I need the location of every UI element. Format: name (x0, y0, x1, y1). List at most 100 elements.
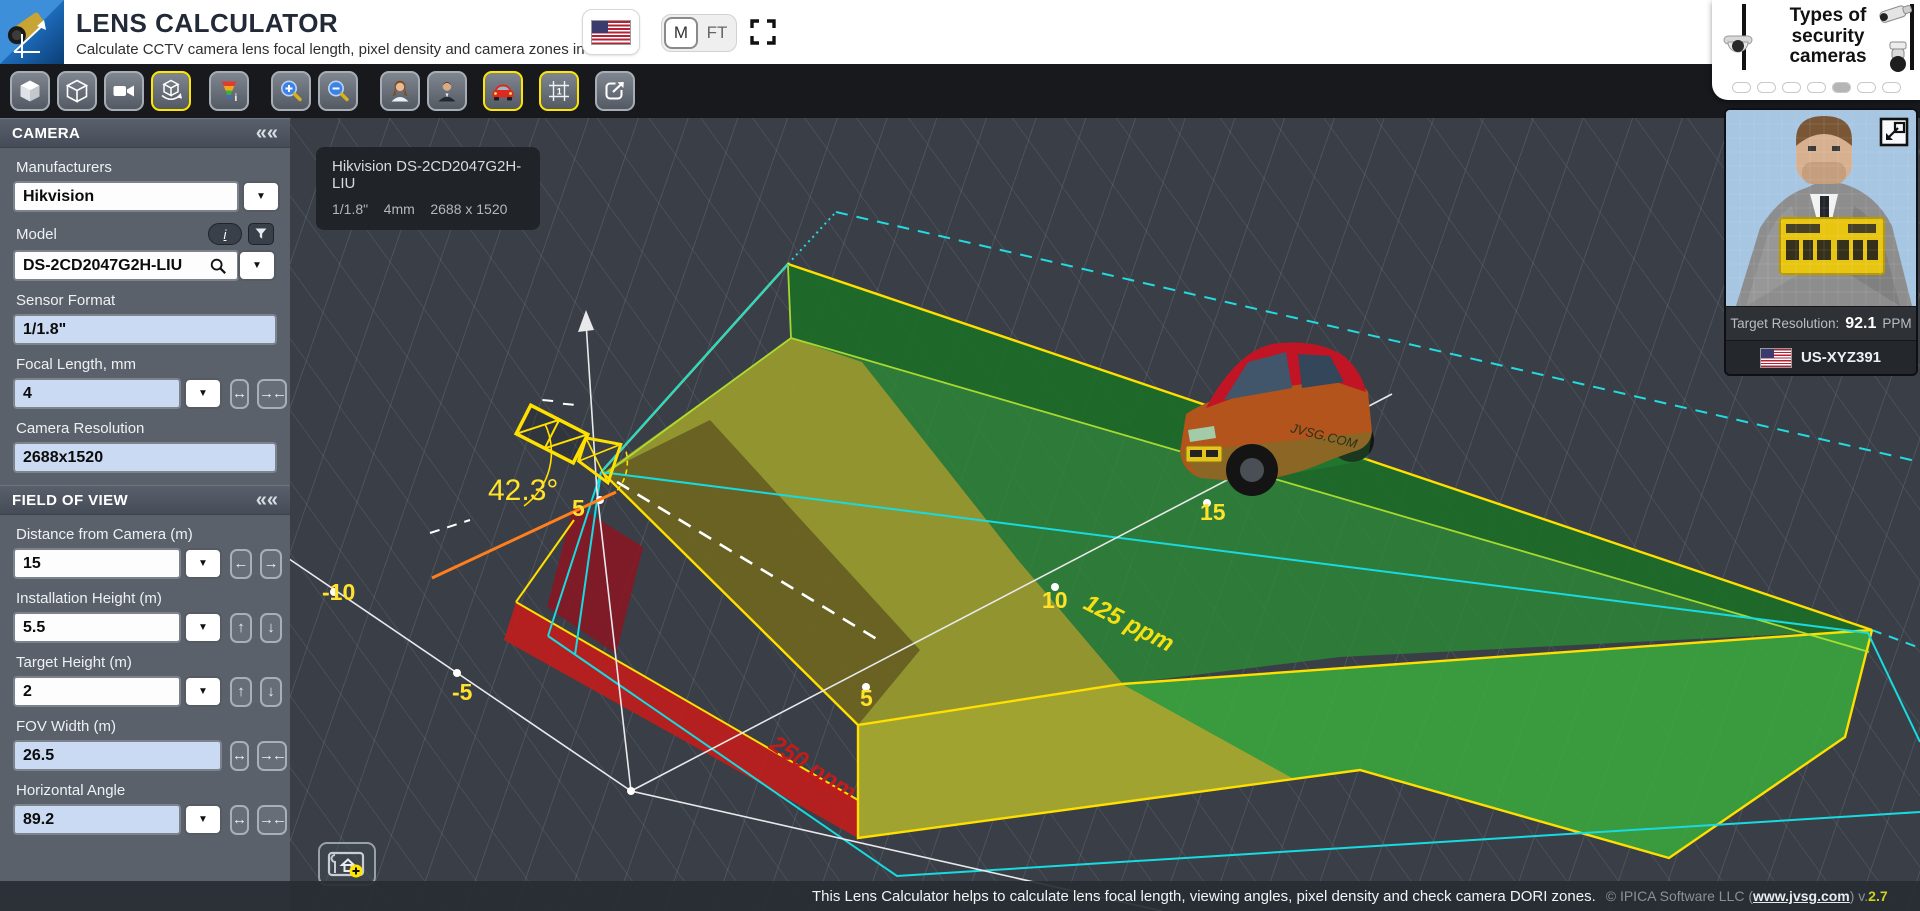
camera-resolution-label: Camera Resolution (16, 420, 290, 437)
rotate-3d-view-button[interactable] (151, 71, 191, 111)
cube-solid-icon (17, 78, 43, 104)
horizontal-angle-widen-button[interactable]: ↔ (230, 805, 249, 835)
carousel-dot[interactable] (1782, 82, 1801, 93)
carousel-dot[interactable] (1807, 82, 1826, 93)
add-car-button[interactable] (483, 71, 523, 111)
carousel-dot[interactable] (1757, 82, 1776, 93)
horizontal-angle-input[interactable] (13, 804, 181, 835)
view-cube-solid-button[interactable] (10, 71, 50, 111)
version-prefix: ) v. (1850, 888, 1868, 904)
target-preview-image (1726, 110, 1916, 306)
search-icon (209, 257, 227, 275)
language-flag-button[interactable] (582, 9, 640, 55)
camera-view-button[interactable] (104, 71, 144, 111)
add-person-female-button[interactable] (380, 71, 420, 111)
view-cube-wireframe-button[interactable] (57, 71, 97, 111)
units-metric-button[interactable]: M (664, 17, 698, 49)
install-height-dropdown-button[interactable]: ▼ (184, 612, 222, 643)
units-toggle: M FT (661, 14, 737, 52)
status-message: This Lens Calculator helps to calculate … (812, 888, 1596, 905)
jvsg-link[interactable]: www.jvsg.com (1753, 888, 1850, 904)
fov-width-label: FOV Width (m) (16, 718, 290, 735)
target-height-dropdown-button[interactable]: ▼ (184, 676, 222, 707)
target-resolution-row: Target Resolution: 92.1 PPM (1726, 306, 1916, 340)
distance-increase-button[interactable]: → (260, 549, 282, 579)
target-height-up-button[interactable]: ↑ (230, 677, 252, 707)
share-export-button[interactable] (595, 71, 635, 111)
fov-section-title: FIELD OF VIEW (12, 492, 256, 509)
manufacturers-input[interactable] (13, 181, 239, 212)
install-height-input[interactable] (13, 612, 181, 643)
focal-narrow-button[interactable]: →← (257, 379, 287, 409)
cube-wireframe-icon (64, 78, 90, 104)
collapse-panel-icon[interactable]: «« (256, 490, 278, 510)
model-label: Model (16, 226, 202, 243)
fov-width-narrow-button[interactable]: →← (257, 741, 287, 771)
fullscreen-icon (748, 17, 778, 47)
carousel-dots (1712, 82, 1920, 93)
distance-decrease-button[interactable]: ← (230, 549, 252, 579)
focal-length-dropdown-button[interactable]: ▼ (184, 378, 222, 409)
dori-zones-button[interactable]: i (209, 71, 249, 111)
carousel-dot[interactable] (1732, 82, 1751, 93)
camera-resolution-input[interactable] (13, 442, 277, 473)
filter-icon (254, 227, 268, 241)
types-of-cameras-card[interactable]: Types of security cameras (1712, 0, 1920, 100)
model-dropdown-button[interactable]: ▼ (238, 250, 276, 281)
add-person-male-button[interactable] (427, 71, 467, 111)
model-info-button[interactable]: i (208, 223, 242, 245)
scene-3d-viewport[interactable] (290, 118, 1920, 911)
zoom-out-icon (325, 78, 351, 104)
horizontal-angle-dropdown-button[interactable]: ▼ (184, 804, 222, 835)
dome-camera-icon (1720, 28, 1756, 60)
person-female-icon (387, 78, 413, 104)
install-height-label: Installation Height (m) (16, 590, 290, 607)
us-flag-icon (1761, 349, 1791, 367)
target-height-down-button[interactable]: ↓ (260, 677, 282, 707)
install-height-down-button[interactable]: ↓ (260, 613, 282, 643)
camera-section-header[interactable]: CAMERA «« (0, 118, 290, 148)
copyright-text: © IPICA Software LLC ( (1606, 888, 1753, 904)
svg-text:1: 1 (557, 86, 562, 96)
carousel-dot[interactable] (1882, 82, 1901, 93)
zoom-in-button[interactable] (271, 71, 311, 111)
fov-width-widen-button[interactable]: ↔ (230, 741, 249, 771)
sensor-format-input[interactable] (13, 314, 277, 345)
target-height-input[interactable] (13, 676, 181, 707)
app-header: LENS CALCULATOR Calculate CCTV camera le… (0, 0, 1920, 64)
target-resolution-value: 92.1 (1845, 315, 1876, 333)
dori-cone-icon: i (216, 78, 242, 104)
distance-input[interactable] (13, 548, 181, 579)
fullscreen-button[interactable] (748, 17, 778, 47)
install-height-up-button[interactable]: ↑ (230, 613, 252, 643)
grid-snap-button[interactable]: 1 (539, 71, 579, 111)
status-bar: This Lens Calculator helps to calculate … (0, 881, 1920, 911)
model-search-button[interactable] (201, 250, 235, 281)
share-icon (602, 78, 628, 104)
add-floorplan-button[interactable] (318, 842, 376, 886)
carousel-dot[interactable] (1857, 82, 1876, 93)
main-toolbar: i (0, 64, 1920, 118)
ptz-camera-icon (1884, 40, 1912, 74)
collapse-panel-icon[interactable]: «« (256, 123, 278, 143)
target-height-label: Target Height (m) (16, 654, 290, 671)
manufacturers-dropdown-button[interactable]: ▼ (242, 181, 280, 212)
preview-expand-button[interactable] (1878, 116, 1910, 148)
units-feet-button[interactable]: FT (700, 17, 734, 49)
fov-width-input[interactable] (13, 740, 222, 771)
zoom-out-button[interactable] (318, 71, 358, 111)
horizontal-angle-label: Horizontal Angle (16, 782, 290, 799)
zoom-in-icon (278, 78, 304, 104)
carousel-dot-active[interactable] (1832, 82, 1851, 93)
focal-length-label: Focal Length, mm (16, 356, 290, 373)
fov-section-header[interactable]: FIELD OF VIEW «« (0, 485, 290, 515)
horizontal-angle-narrow-button[interactable]: →← (257, 805, 287, 835)
focal-length-input[interactable] (13, 378, 181, 409)
focal-widen-button[interactable]: ↔ (230, 379, 249, 409)
app-logo (0, 0, 64, 64)
page-subtitle: Calculate CCTV camera lens focal length,… (76, 41, 608, 58)
distance-dropdown-button[interactable]: ▼ (184, 548, 222, 579)
target-resolution-unit: PPM (1882, 316, 1911, 331)
model-filter-button[interactable] (248, 223, 274, 245)
grid-icon: 1 (546, 78, 572, 104)
